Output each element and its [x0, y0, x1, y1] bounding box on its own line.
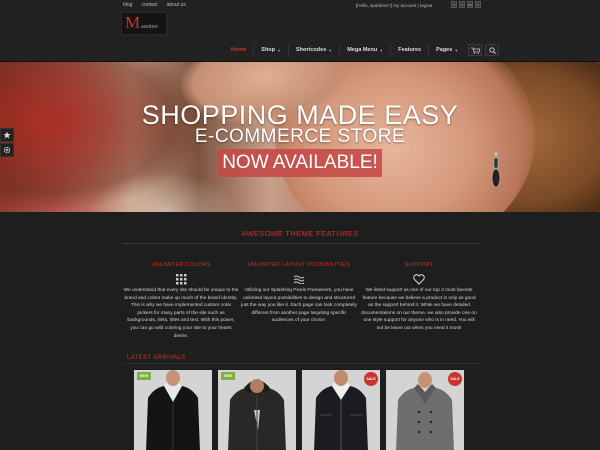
- logo-initial: M: [125, 13, 141, 32]
- linkedin-icon[interactable]: in: [467, 1, 473, 8]
- chevron-down-icon: ▼: [328, 47, 333, 53]
- product-card[interactable]: NEW: [134, 370, 212, 450]
- search-icon: [489, 46, 496, 54]
- side-tab-favorites[interactable]: [0, 128, 14, 142]
- nav-item-mega-menu[interactable]: Mega Menu ▼: [340, 44, 392, 56]
- hero-cta-button[interactable]: NOW AVAILABLE!: [218, 149, 382, 177]
- arrivals-title: LATEST ARRIVALS: [127, 355, 186, 361]
- waves-icon: [293, 275, 305, 284]
- sale-badge: SALE: [448, 372, 462, 386]
- hero-banner: SHOPPING MADE EASY E-COMMERCE STORE NOW …: [0, 62, 600, 212]
- nav-item-label: Mega Menu: [347, 47, 378, 53]
- gear-icon: [3, 146, 11, 154]
- site-header: blog contact about us [Hello, spadmin!?]…: [0, 0, 600, 62]
- side-tab-settings[interactable]: [0, 143, 14, 157]
- nav-item-home[interactable]: Home: [224, 44, 255, 56]
- facebook-icon[interactable]: f: [451, 1, 457, 8]
- nav-item-features[interactable]: Features: [391, 44, 430, 56]
- sale-badge: SALE: [364, 372, 378, 386]
- new-badge: NEW: [137, 372, 151, 380]
- feature-title: UNLIMITED COLORS: [151, 262, 211, 268]
- nav-item-shop[interactable]: Shop ▼: [254, 44, 289, 56]
- feature-title: UNLIMITED LAYOUT POSSIBILITIES: [247, 262, 350, 268]
- feature-title: SUPPORT: [404, 262, 434, 268]
- top-link-about[interactable]: about us: [167, 2, 186, 8]
- main-nav: Home Shop ▼ Shortcodes ▼ Mega Menu ▼ Fea…: [224, 44, 500, 56]
- product-image: [228, 379, 286, 450]
- grid-icon: [175, 273, 186, 284]
- new-badge: NEW: [221, 372, 235, 380]
- feature-unlimited-layout: UNLIMITED LAYOUT POSSIBILITIES Utilizing…: [241, 262, 357, 325]
- page: blog contact about us [Hello, spadmin!?]…: [0, 0, 600, 450]
- nav-item-label: Shortcodes: [296, 47, 327, 53]
- hero-subheadline: E-COMMERCE STORE: [194, 126, 406, 147]
- nav-item-label: Home: [231, 47, 247, 53]
- star-icon: [3, 131, 11, 139]
- product-card[interactable]: NEW: [218, 370, 296, 450]
- feature-unlimited-colors: UNLIMITED COLORS We understand that ever…: [123, 262, 239, 340]
- chevron-down-icon: ▼: [277, 47, 281, 53]
- top-links: blog contact about us: [123, 2, 186, 8]
- nav-item-label: Pages: [436, 47, 453, 53]
- feature-description: We understand that every site should be …: [123, 288, 239, 339]
- features-title: AWESOME THEME FEATURES: [241, 229, 359, 238]
- social-links: f t in r: [451, 1, 481, 8]
- cart-icon: [470, 47, 480, 54]
- chevron-down-icon: ▼: [379, 47, 384, 53]
- site-logo[interactable]: M assimo: [121, 12, 167, 35]
- nav-item-label: Features: [398, 47, 422, 53]
- nav-item-pages[interactable]: Pages ▼: [429, 44, 465, 56]
- feature-description: We listed support as one of our top 3 mo…: [361, 288, 477, 331]
- feature-support: SUPPORT We listed support as one of our …: [361, 262, 477, 333]
- divider: [122, 243, 480, 244]
- nav-item-label: Shop: [261, 47, 276, 53]
- feature-description: Utilizing our Splashing Pixels Framework…: [241, 288, 357, 324]
- divider: [122, 363, 480, 364]
- search-button[interactable]: [485, 44, 500, 56]
- top-link-contact[interactable]: contact: [141, 2, 157, 8]
- twitter-icon[interactable]: t: [459, 1, 465, 8]
- product-card[interactable]: SALE: [302, 370, 380, 450]
- chevron-down-icon: ▼: [454, 47, 459, 53]
- cart-button[interactable]: [468, 44, 483, 56]
- nav-item-shortcodes[interactable]: Shortcodes ▼: [289, 44, 341, 56]
- top-link-blog[interactable]: blog: [123, 2, 132, 8]
- heart-icon: [413, 273, 425, 285]
- product-card[interactable]: SALE: [386, 370, 464, 450]
- product-image: [146, 370, 200, 450]
- logo-text: assimo: [141, 24, 158, 30]
- rss-icon[interactable]: r: [475, 1, 481, 8]
- account-links[interactable]: [Hello, spadmin!?] my account | logout: [356, 3, 432, 8]
